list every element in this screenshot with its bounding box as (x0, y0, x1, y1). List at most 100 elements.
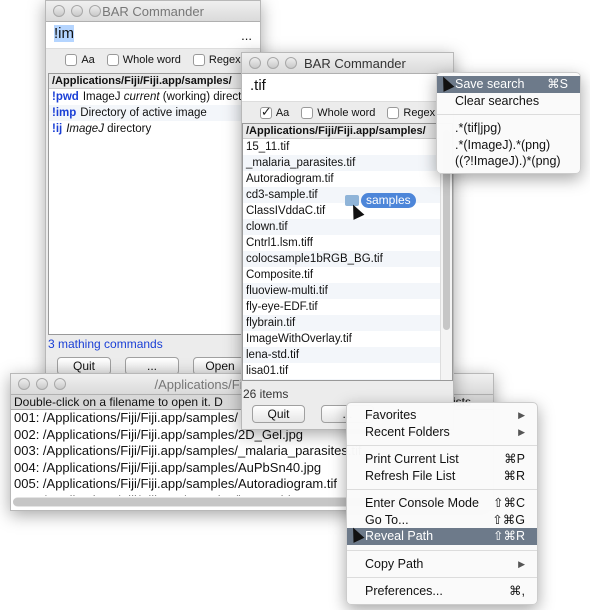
menu-label: Preferences... (365, 584, 443, 598)
header-text: Double-click on a filename to open it. D (14, 395, 223, 409)
title-bar[interactable]: BAR Commander (46, 1, 260, 22)
menu-label: Clear searches (455, 93, 540, 108)
menu-item-preferences[interactable]: Preferences... ⌘, (347, 583, 537, 600)
file-item[interactable]: ImageWithOverlay.tif (243, 331, 452, 347)
menu-shortcut: ⌘P (504, 452, 525, 466)
command-desc: directory (103, 123, 152, 135)
context-menu: Favorites ▶ Recent Folders ▶ Print Current L… (346, 402, 538, 605)
label: Regex (403, 106, 436, 119)
command-name: !ij (52, 123, 63, 135)
command-desc-emphasis: current (123, 91, 160, 103)
menu-item-recent-folders[interactable]: Recent Folders ▶ (347, 424, 537, 441)
menu-item-save-search[interactable]: Save search ⌘S (437, 76, 580, 93)
menu-item-copy-path[interactable]: Copy Path ▶ (347, 556, 537, 573)
minimize-button[interactable] (71, 5, 83, 17)
whole-word-checkbox[interactable]: Whole word (301, 107, 375, 120)
submenu-arrow-icon: ▶ (518, 558, 525, 569)
file-item[interactable]: Composite.tif (243, 267, 452, 283)
menu-label: Reveal Path (365, 529, 434, 543)
menu-label: Recent Folders (365, 424, 450, 439)
zoom-button[interactable] (285, 57, 297, 69)
command-desc-emphasis: ImageJ (66, 123, 104, 135)
zoom-button[interactable] (54, 378, 66, 390)
quit-button[interactable]: Quit (252, 405, 305, 423)
search-input[interactable]: .tif (242, 74, 453, 102)
file-item[interactable]: Cntrl1.lsm.tiff (243, 235, 452, 251)
menu-item-clear-searches[interactable]: Clear searches (437, 93, 580, 110)
menu-item-favorites[interactable]: Favorites ▶ (347, 407, 537, 424)
search-input[interactable]: !im... (46, 22, 260, 49)
label: Aa (275, 106, 290, 119)
menu-shortcut: ⌘S (547, 77, 568, 91)
menu-item-refresh-file-list[interactable]: Refresh File List ⌘R (347, 468, 537, 485)
saved-search-item[interactable]: .*(tif|jpg) (437, 120, 580, 137)
command-item[interactable]: !pwd ImageJ current (working) directory (49, 89, 257, 105)
menu-label: Save search (455, 77, 525, 91)
bar-commander-window-1: BAR Commander !im... Aa Whole word Regex… (45, 0, 261, 378)
command-item[interactable]: !imp Directory of active image (49, 105, 257, 121)
menu-label: Refresh File List (365, 468, 456, 483)
label: Regex (208, 53, 241, 66)
case-sensitive-checkbox[interactable]: Aa (65, 53, 95, 67)
command-desc: Directory of active image (80, 107, 207, 119)
minimize-button[interactable] (267, 57, 279, 69)
regex-checkbox[interactable]: Regex (192, 53, 241, 67)
file-item[interactable]: luts.tif (243, 379, 452, 380)
menu-shortcut: ⌘, (509, 584, 525, 598)
separator (347, 489, 537, 490)
menu-item-reveal-path[interactable]: Reveal Path ⇧⌘R (347, 528, 537, 545)
menu-label: Print Current List (365, 452, 459, 466)
close-button[interactable] (18, 378, 30, 390)
file-list[interactable]: /Applications/Fiji/Fiji.app/samples/ 15_… (242, 123, 453, 381)
window-title: BAR Commander (102, 4, 204, 19)
bar-commander-window-2: BAR Commander .tif Aa Whole word Regex /… (241, 52, 454, 430)
file-item[interactable]: clown.tif (243, 219, 452, 235)
menu-shortcut: ⇧⌘R (492, 529, 525, 543)
submenu-arrow-icon: ▶ (518, 410, 525, 420)
title-bar[interactable]: BAR Commander (242, 53, 453, 74)
separator (347, 577, 537, 578)
command-name: !pwd (52, 91, 79, 103)
label: Whole word (122, 53, 181, 66)
menu-shortcut: ⌘R (503, 468, 525, 483)
menu-label: Go To... (365, 512, 409, 527)
menu-label: Copy Path (365, 556, 424, 571)
command-name: !imp (52, 107, 77, 119)
saved-search-item[interactable]: .*(ImageJ).*(png) (437, 137, 580, 154)
search-text: .tif (250, 77, 266, 94)
file-item[interactable]: colocsample1bRGB_BG.tif (243, 251, 452, 267)
file-item[interactable]: _malaria_parasites.tif (243, 155, 452, 171)
file-item[interactable]: 15_11.tif (243, 139, 452, 155)
command-item[interactable]: !ij ImageJ directory (49, 121, 257, 137)
menu-item-enter-console-mode[interactable]: Enter Console Mode ⇧⌘C (347, 495, 537, 512)
search-text: !im (54, 25, 74, 42)
file-item[interactable]: Autoradiogram.tif (243, 171, 452, 187)
path-header: /Applications/Fiji/Fiji.app/samples/ (243, 124, 440, 139)
menu-item-print-current-list[interactable]: Print Current List ⌘P (347, 451, 537, 468)
minimize-button[interactable] (36, 378, 48, 390)
separator (437, 114, 580, 115)
saved-search-item[interactable]: ((?!ImageJ).)*(png) (437, 153, 580, 170)
options-button[interactable]: ... (241, 28, 252, 43)
menu-label: Favorites (365, 408, 417, 422)
folder-label: samples (361, 193, 416, 208)
label: Aa (81, 53, 95, 66)
file-item[interactable]: fly-eye-EDF.tif (243, 299, 452, 315)
window-title: BAR Commander (304, 56, 406, 71)
file-item[interactable]: lisa01.tif (243, 363, 452, 379)
regex-checkbox[interactable]: Regex (387, 106, 436, 120)
file-item[interactable]: fluoview-multi.tif (243, 283, 452, 299)
file-item[interactable]: flybrain.tif (243, 315, 452, 331)
command-list[interactable]: /Applications/Fiji/Fiji.app/samples/ !pw… (48, 73, 258, 335)
zoom-button[interactable] (89, 5, 101, 17)
close-button[interactable] (249, 57, 261, 69)
close-button[interactable] (53, 5, 65, 17)
file-item[interactable]: lena-std.tif (243, 347, 452, 363)
menu-item-go-to[interactable]: Go To... ⇧⌘G (347, 512, 537, 529)
whole-word-checkbox[interactable]: Whole word (106, 53, 181, 67)
separator (347, 549, 537, 551)
search-options-menu: Save search ⌘S Clear searches .*(tif|jpg).… (436, 72, 581, 174)
status-text: 26 items (243, 387, 289, 401)
status-text: 3 mathing commands (48, 337, 163, 351)
case-sensitive-checkbox[interactable]: Aa (259, 104, 290, 120)
